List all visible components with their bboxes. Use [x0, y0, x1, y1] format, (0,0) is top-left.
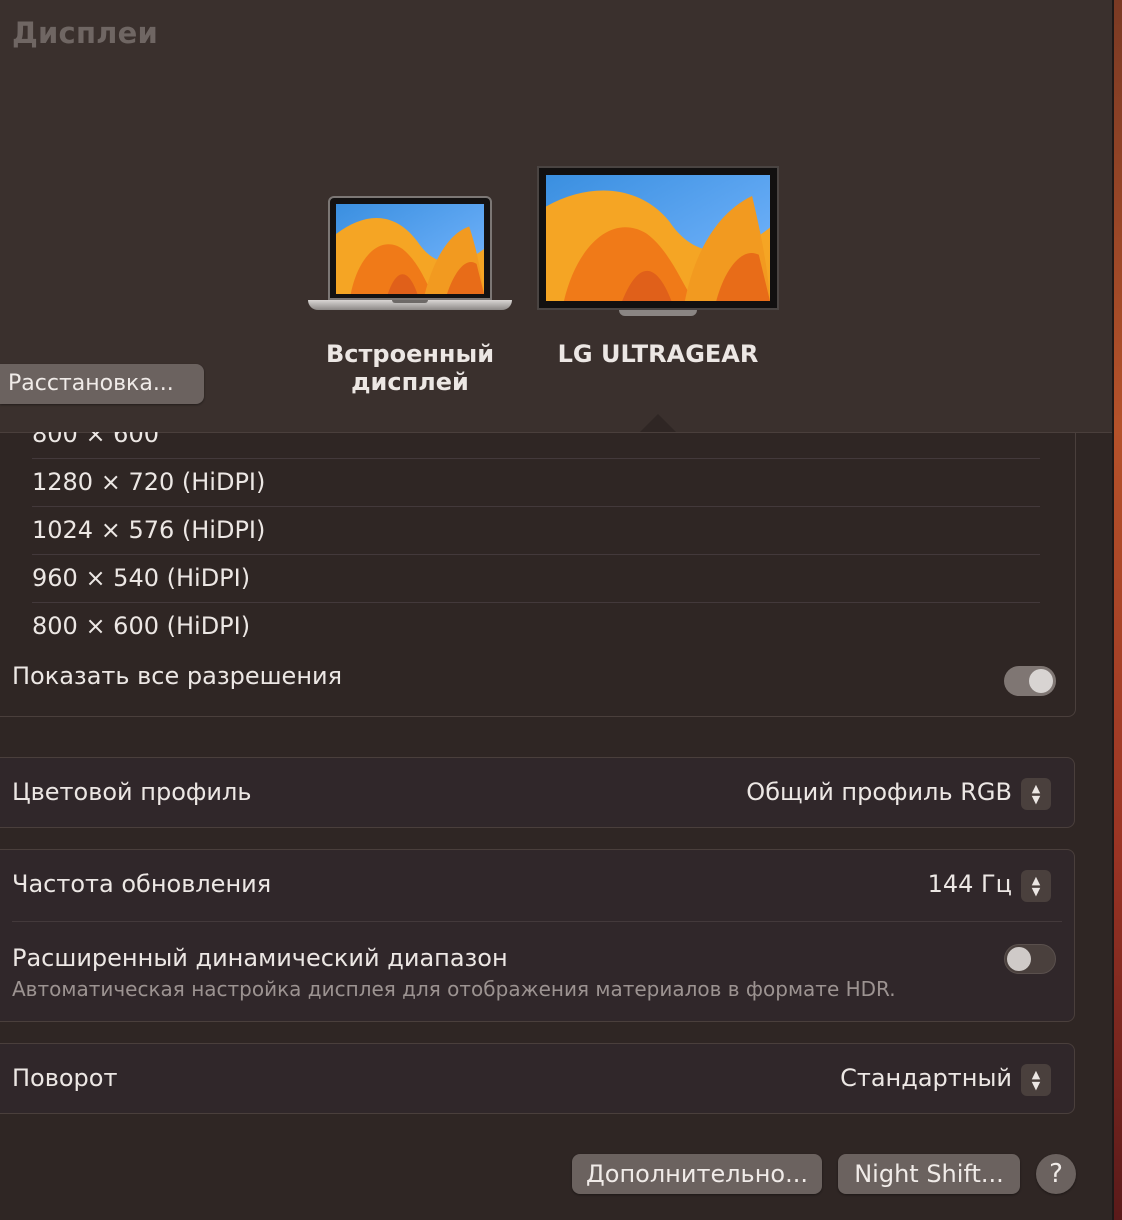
resolution-list: 800 × 600 1280 × 720 (HiDPI) 1024 × 576 … — [0, 432, 1076, 717]
hdr-label: Расширенный динамический диапазон — [12, 944, 508, 972]
rotation-stepper[interactable]: ▲ ▼ — [1021, 1064, 1051, 1096]
divider — [12, 921, 1062, 922]
resolution-option[interactable]: 960 × 540 (HiDPI) — [32, 554, 1040, 603]
builtin-display-icon[interactable] — [308, 196, 512, 318]
rotation-value[interactable]: Стандартный — [840, 1064, 1012, 1092]
external-display-icon[interactable] — [537, 166, 779, 318]
night-shift-button[interactable]: Night Shift... — [838, 1154, 1020, 1194]
resolution-option[interactable]: 1280 × 720 (HiDPI) — [32, 458, 1040, 507]
show-all-resolutions-label: Показать все разрешения — [12, 662, 343, 690]
hdr-description: Автоматическая настройка дисплея для ото… — [12, 977, 896, 1001]
color-profile-row: Цветовой профиль Общий профиль RGB ▲ ▼ — [0, 757, 1075, 828]
color-profile-stepper[interactable]: ▲ ▼ — [1021, 778, 1051, 810]
refresh-rate-value[interactable]: 144 Гц — [928, 870, 1012, 898]
refresh-rate-label: Частота обновления — [12, 870, 272, 898]
advanced-button[interactable]: Дополнительно... — [572, 1154, 822, 1194]
arrange-button[interactable]: Расстановка... — [0, 364, 204, 404]
selected-display-pointer — [640, 414, 676, 432]
builtin-display-label[interactable]: Встроенный дисплей — [318, 340, 502, 396]
wallpaper-thumbnail — [546, 175, 770, 301]
desktop-background-strip — [1114, 0, 1122, 1220]
page-title: Дисплеи — [12, 16, 159, 50]
external-display-label[interactable]: LG ULTRAGEAR — [537, 340, 779, 368]
hdr-toggle[interactable] — [1004, 944, 1056, 974]
color-profile-value[interactable]: Общий профиль RGB — [746, 778, 1012, 806]
rotation-label: Поворот — [12, 1064, 118, 1092]
refresh-hdr-group: Частота обновления 144 Гц ▲ ▼ Расширенный… — [0, 849, 1075, 1022]
color-profile-label: Цветовой профиль — [12, 778, 252, 806]
resolution-option[interactable]: 800 × 600 (HiDPI) — [32, 602, 1040, 650]
resolution-option[interactable]: 800 × 600 — [32, 432, 1040, 459]
rotation-row: Поворот Стандартный ▲ ▼ — [0, 1043, 1075, 1114]
resolution-option[interactable]: 1024 × 576 (HiDPI) — [32, 506, 1040, 555]
help-button[interactable]: ? — [1036, 1154, 1076, 1194]
refresh-rate-stepper[interactable]: ▲ ▼ — [1021, 870, 1051, 902]
wallpaper-thumbnail — [336, 204, 484, 294]
show-all-resolutions-toggle[interactable] — [1004, 666, 1056, 696]
